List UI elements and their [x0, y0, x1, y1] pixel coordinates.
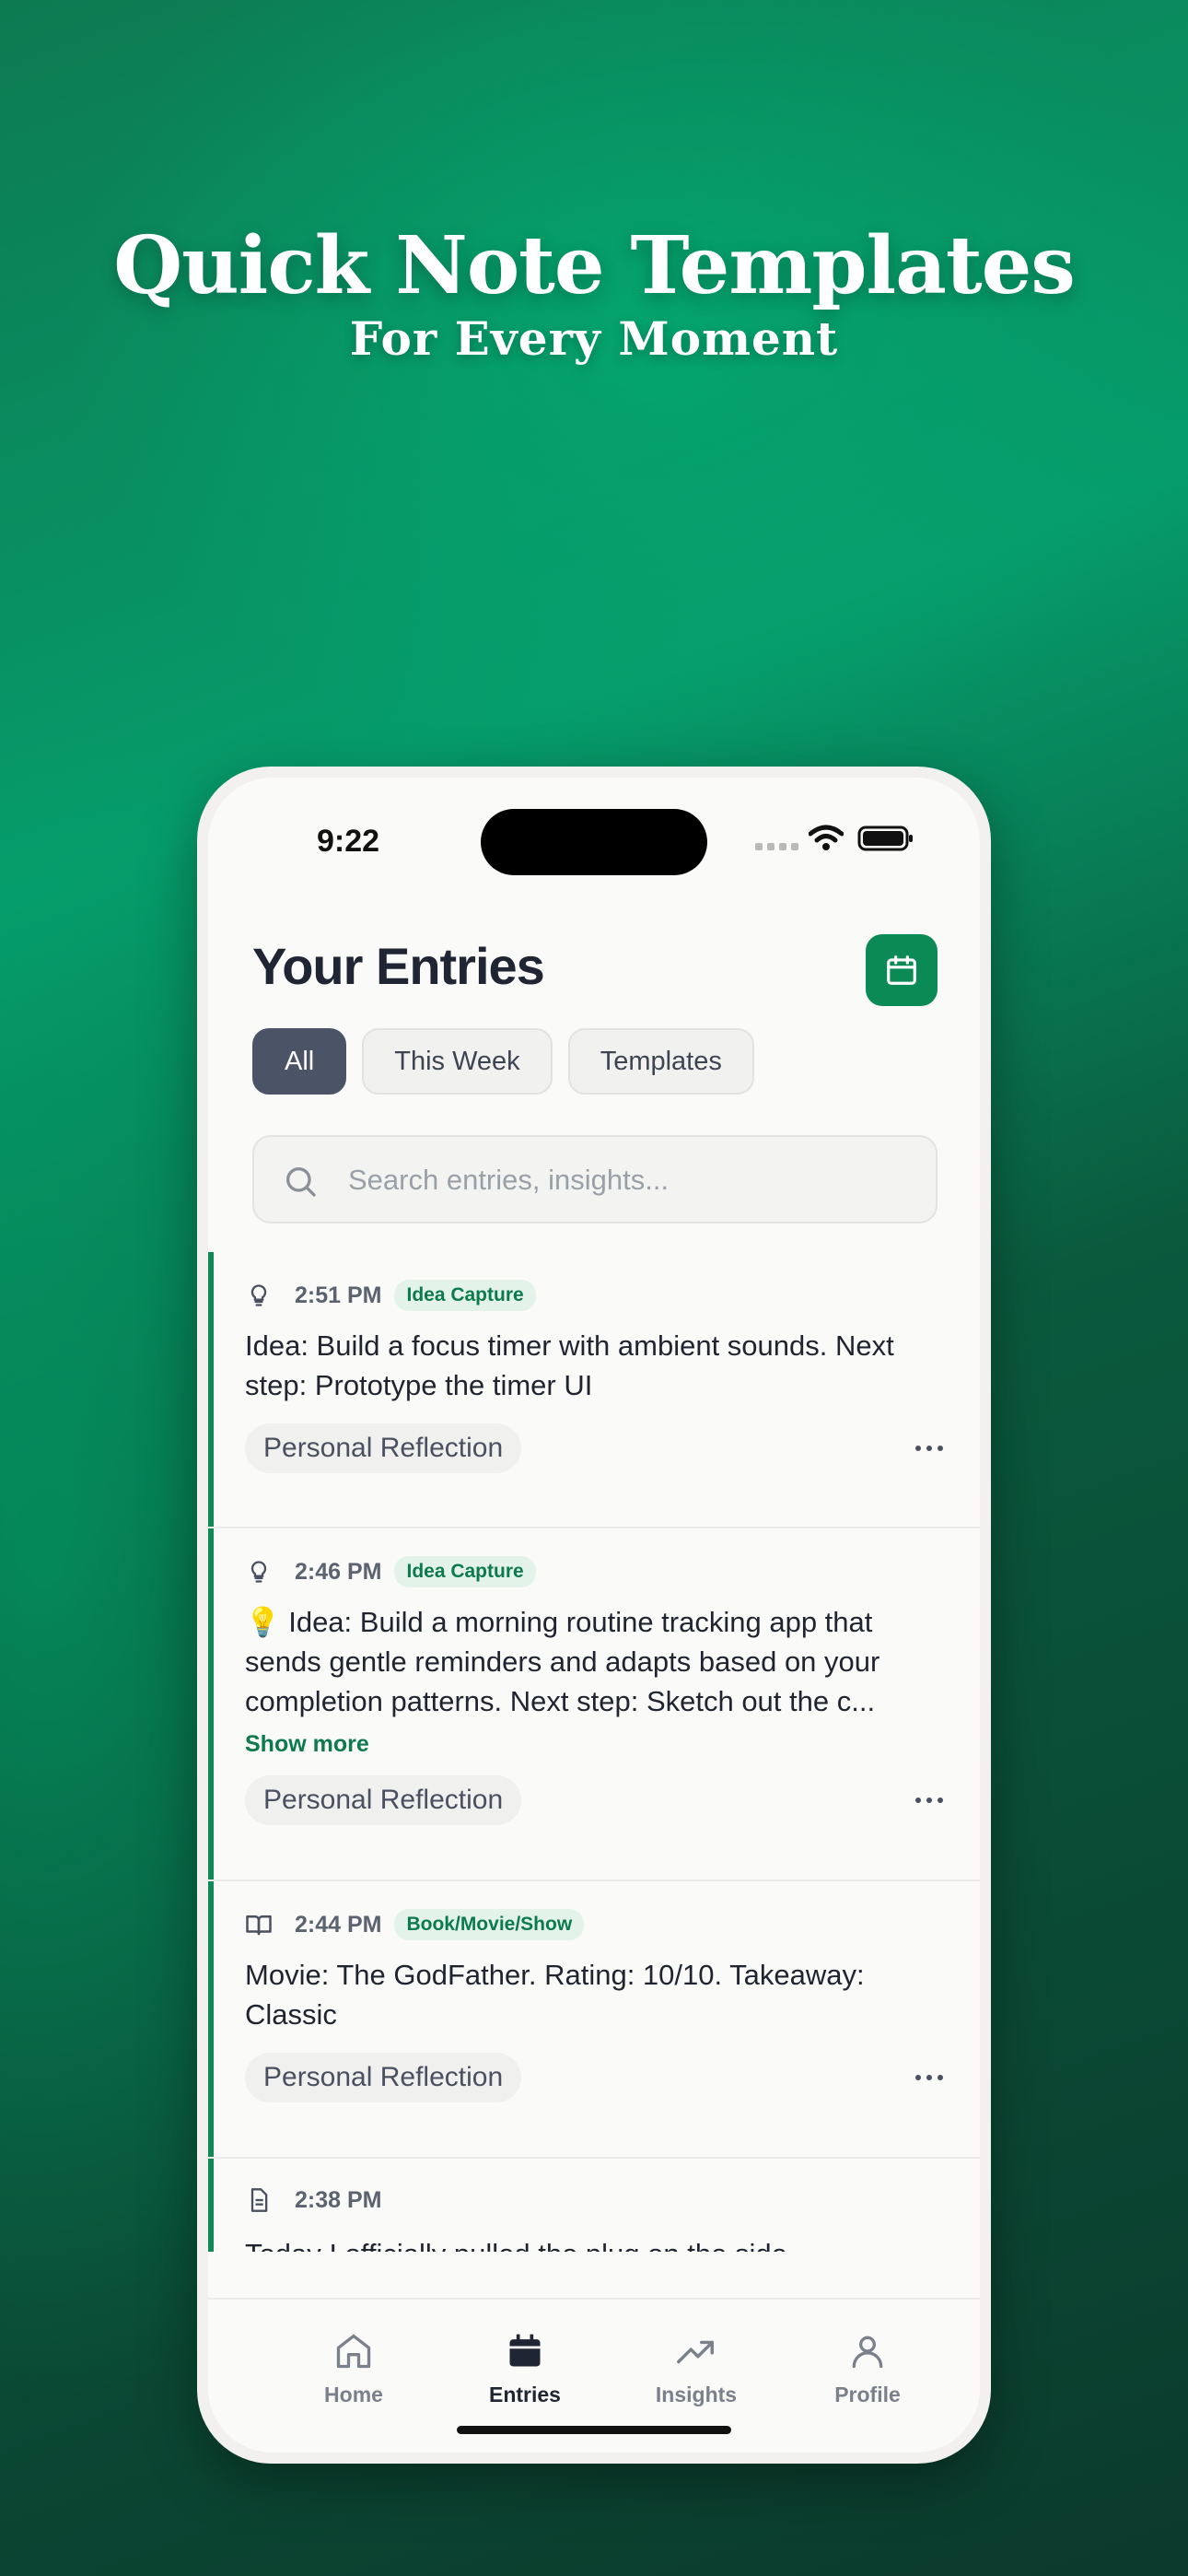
entry-accent-bar: [208, 1252, 214, 1527]
more-options-icon[interactable]: [915, 1446, 943, 1451]
filter-templates[interactable]: Templates: [567, 1028, 754, 1095]
user-icon: [794, 2325, 941, 2377]
filter-chips: All This Week Templates: [252, 1028, 754, 1095]
entry-text: Movie: The GodFather. Rating: 10/10. Tak…: [245, 1959, 865, 2031]
status-time: 9:22: [317, 824, 380, 859]
entry-category[interactable]: Personal Reflection: [245, 2053, 522, 2102]
entry-text: Idea: Build a focus timer with ambient s…: [245, 1329, 894, 1401]
dynamic-island: [481, 809, 707, 875]
status-bar: 9:22: [208, 778, 980, 888]
tab-insights[interactable]: Insights: [623, 2325, 770, 2407]
entry-time: 2:38 PM: [295, 2186, 382, 2213]
calendar-button[interactable]: [866, 934, 938, 1006]
entries-list[interactable]: 2:51 PM Idea Capture Idea: Build a focus…: [208, 1252, 980, 2252]
hero-title: Quick Note Templates: [113, 219, 1076, 312]
entry-category[interactable]: Personal Reflection: [245, 1775, 522, 1825]
entry-tag: Book/Movie/Show: [394, 1909, 585, 1940]
show-more-link[interactable]: Show more: [245, 1731, 369, 1758]
lightbulb-icon: [245, 1558, 273, 1586]
filter-this-week[interactable]: This Week: [362, 1028, 553, 1095]
entry-item[interactable]: 2:38 PM Today I officially pulled the pl…: [208, 2159, 980, 2252]
more-options-icon[interactable]: [915, 1797, 943, 1803]
entry-item[interactable]: 2:51 PM Idea Capture Idea: Build a focus…: [208, 1252, 980, 1528]
tab-label: Home: [324, 2383, 383, 2406]
entry-text: Today I officially pulled the plug on th…: [245, 2234, 943, 2252]
entry-text: 💡 Idea: Build a morning routine tracking…: [245, 1606, 880, 1717]
tab-home[interactable]: Home: [280, 2325, 427, 2407]
app-screen: 9:22 Your Entries All This Week Template…: [208, 778, 980, 2453]
home-indicator[interactable]: [457, 2426, 731, 2434]
entry-accent-bar: [208, 1528, 214, 1879]
entry-tag: Idea Capture: [394, 1280, 536, 1311]
wifi-icon: [809, 825, 844, 850]
phone-frame: 9:22 Your Entries All This Week Template…: [197, 767, 991, 2464]
entry-accent-bar: [208, 2159, 214, 2252]
entry-accent-bar: [208, 1881, 214, 2157]
entry-item[interactable]: 2:44 PM Book/Movie/Show Movie: The GodFa…: [208, 1881, 980, 2159]
entry-time: 2:44 PM: [295, 1911, 382, 1938]
tab-entries[interactable]: Entries: [451, 2325, 599, 2407]
entry-time: 2:51 PM: [295, 1282, 382, 1308]
filter-all[interactable]: All: [252, 1028, 347, 1095]
search-bar[interactable]: [252, 1135, 938, 1224]
more-options-icon[interactable]: [915, 2075, 943, 2080]
home-icon: [280, 2325, 427, 2377]
entry-item[interactable]: 2:46 PM Idea Capture 💡 Idea: Build a mor…: [208, 1528, 980, 1881]
trending-up-icon: [623, 2325, 770, 2377]
search-icon: [286, 1167, 316, 1197]
cellular-signal-icon: [755, 843, 798, 850]
entry-tag: Idea Capture: [394, 1556, 536, 1587]
entry-category[interactable]: Personal Reflection: [245, 1423, 522, 1473]
entry-time: 2:46 PM: [295, 1558, 382, 1585]
calendar-icon: [887, 955, 916, 985]
battery-icon: [857, 825, 913, 851]
tab-profile[interactable]: Profile: [794, 2325, 941, 2407]
tab-label: Insights: [655, 2383, 738, 2406]
page-title: Your Entries: [252, 937, 545, 995]
hero-subtitle: For Every Moment: [349, 311, 839, 366]
tab-label: Profile: [834, 2383, 901, 2406]
calendar-icon: [451, 2325, 599, 2377]
search-input[interactable]: [346, 1157, 903, 1203]
tab-label: Entries: [489, 2383, 561, 2406]
book-icon: [245, 1911, 273, 1938]
tab-bar: Home Entries Insights Profile: [208, 2298, 980, 2453]
document-icon: [245, 2186, 273, 2214]
lightbulb-icon: [245, 1282, 273, 1309]
